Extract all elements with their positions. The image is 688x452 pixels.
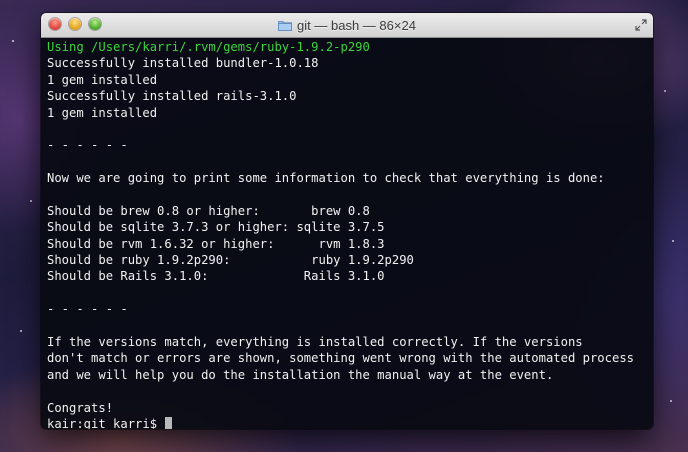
terminal-line: Should be brew 0.8 or higher: brew 0.8 bbox=[47, 203, 370, 218]
terminal-line: Should be Rails 3.1.0: Rails 3.1.0 bbox=[47, 269, 385, 284]
terminal-line: If the versions match, everything is ins… bbox=[47, 335, 583, 350]
shell-prompt: kair:git karri$ bbox=[47, 416, 165, 429]
title-bar[interactable]: git — bash — 86×24 bbox=[41, 13, 653, 38]
terminal-line: don't match or errors are shown, somethi… bbox=[47, 351, 634, 366]
terminal-line: Should be ruby 1.9.2p290: ruby 1.9.2p290 bbox=[47, 253, 414, 268]
terminal-line: Congrats! bbox=[47, 400, 114, 415]
terminal-line: 1 gem installed bbox=[47, 72, 158, 87]
terminal-line: and we will help you do the installation… bbox=[47, 367, 554, 382]
terminal-lines: Using /Users/karri/.rvm/gems/ruby-1.9.2-… bbox=[47, 39, 653, 416]
terminal-line: Successfully installed bundler-1.0.18 bbox=[47, 56, 319, 71]
terminal-output[interactable]: Using /Users/karri/.rvm/gems/ruby-1.9.2-… bbox=[41, 38, 653, 429]
terminal-line: 1 gem installed bbox=[47, 105, 158, 120]
terminal-line: - - - - - - bbox=[47, 302, 128, 317]
window-title: git — bash — 86×24 bbox=[297, 17, 416, 33]
terminal-line: Now we are going to print some informati… bbox=[47, 171, 605, 186]
folder-icon bbox=[278, 20, 292, 31]
window-title-group: git — bash — 86×24 bbox=[41, 13, 653, 37]
fullscreen-icon[interactable] bbox=[635, 19, 647, 31]
terminal-line: - - - - - - bbox=[47, 138, 128, 153]
terminal-line: Should be rvm 1.6.32 or higher: rvm 1.8.… bbox=[47, 236, 385, 251]
terminal-line: Using /Users/karri/.rvm/gems/ruby-1.9.2-… bbox=[47, 40, 370, 54]
terminal-window[interactable]: git — bash — 86×24 Using /Users/karri/.r… bbox=[41, 13, 653, 429]
command-prompt-line[interactable]: kair:git karri$ bbox=[47, 416, 653, 429]
terminal-line: Should be sqlite 3.7.3 or higher: sqlite… bbox=[47, 220, 385, 235]
text-cursor bbox=[165, 417, 173, 429]
terminal-line: Successfully installed rails-3.1.0 bbox=[47, 89, 297, 104]
